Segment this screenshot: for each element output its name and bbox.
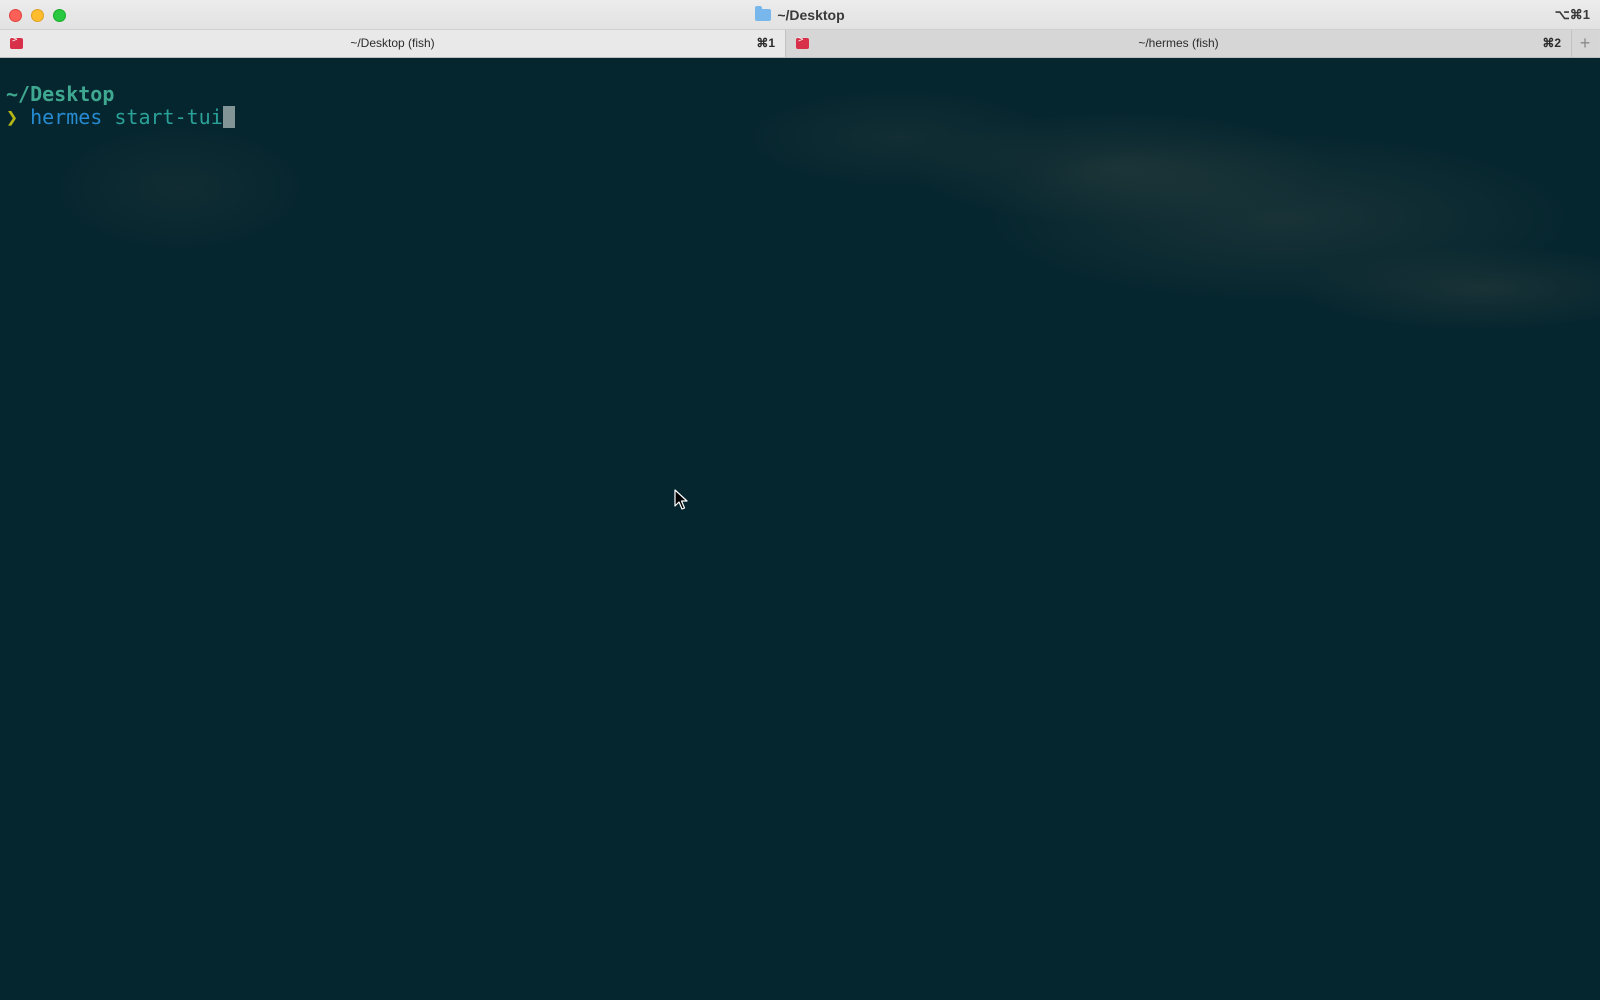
new-tab-button[interactable]: + [1572, 30, 1598, 57]
tab-label: ~/hermes (fish) [1138, 36, 1219, 50]
folder-icon [755, 6, 772, 21]
command-text: hermes [30, 105, 103, 129]
command-argument: start-tui [114, 105, 223, 129]
prompt-char: ❯ [6, 105, 19, 129]
tab-hermes-fish[interactable]: ~/hermes (fish) ⌘2 [786, 30, 1572, 57]
terminal-content[interactable]: ~/Desktop ❯ hermes start-tui [0, 58, 1600, 1000]
current-directory: ~/Desktop [6, 82, 115, 106]
terminal-window: ~/Desktop ⌥⌘1 ~/Desktop (fish) ⌘1 ~/herm… [0, 0, 1600, 1000]
text-cursor [222, 106, 235, 128]
window-shortcut: ⌥⌘1 [1554, 7, 1590, 22]
tab-bar: ~/Desktop (fish) ⌘1 ~/hermes (fish) ⌘2 + [0, 30, 1600, 58]
title-bar[interactable]: ~/Desktop ⌥⌘1 [0, 0, 1600, 30]
tab-desktop-fish[interactable]: ~/Desktop (fish) ⌘1 [0, 30, 786, 57]
tab-shortcut: ⌘1 [756, 36, 775, 50]
window-title: ~/Desktop [0, 0, 1600, 30]
prompt-line[interactable]: ❯ hermes start-tui [6, 105, 235, 129]
mouse-pointer-icon [674, 489, 688, 510]
tab-label: ~/Desktop (fish) [350, 36, 435, 50]
tab-shortcut: ⌘2 [1542, 36, 1561, 50]
window-title-text: ~/Desktop [777, 7, 845, 23]
